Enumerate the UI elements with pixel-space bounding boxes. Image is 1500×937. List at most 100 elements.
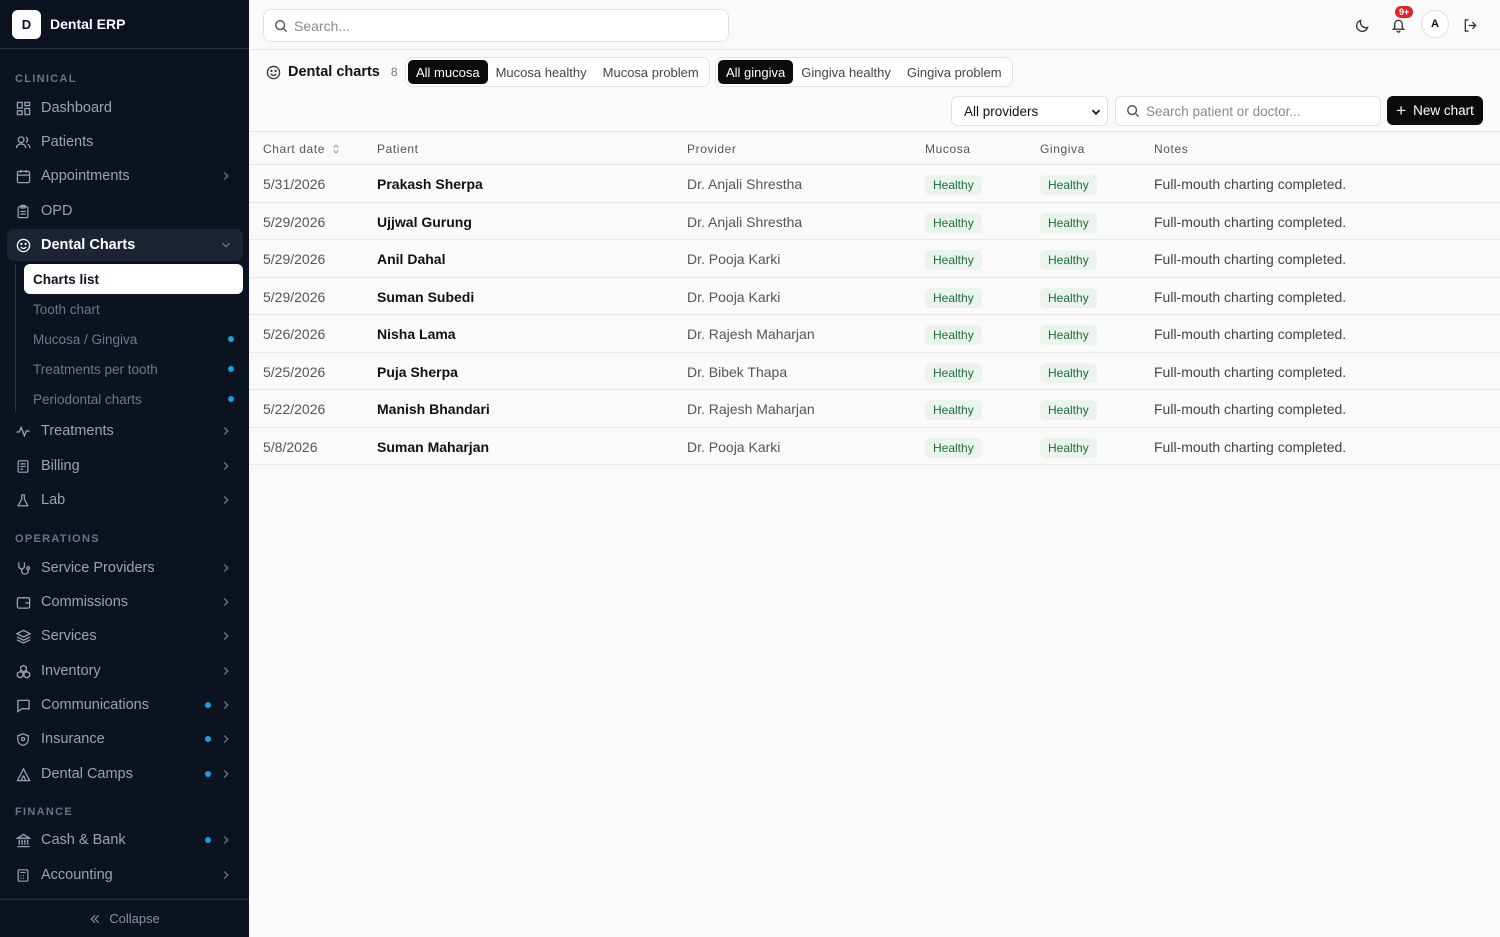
cell-chart-date: 5/26/2026 — [263, 326, 326, 342]
sidebar-item-patients[interactable]: Patients — [7, 126, 243, 158]
column-label: Chart date — [263, 142, 326, 156]
sidebar-item-opd[interactable]: OPD — [7, 195, 243, 227]
new-chart-button[interactable]: + New chart — [1387, 96, 1483, 125]
subitem-tooth-chart[interactable]: Tooth chart — [24, 294, 243, 324]
table-row[interactable]: 5/26/2026 Nisha Lama Dr. Rajesh Maharjan He… — [249, 315, 1500, 353]
sidebar-item-commissions[interactable]: Commissions — [7, 586, 243, 618]
section-label-clinical: CLINICAL — [15, 73, 77, 85]
mucosa-status-badge: Healthy — [925, 362, 982, 383]
collapse-button[interactable]: Collapse — [0, 899, 249, 937]
subitem-periodontal-charts[interactable]: Periodontal charts — [24, 384, 243, 414]
patient-doctor-search-input[interactable] — [1146, 103, 1366, 119]
search-icon — [275, 19, 288, 32]
chevron-right-icon — [223, 496, 229, 504]
sidebar-item-dashboard[interactable]: Dashboard — [7, 92, 243, 124]
gingiva-status-badge: Healthy — [1040, 175, 1097, 195]
sidebar-item-label: Insurance — [41, 731, 105, 747]
sidebar-item-label: Dashboard — [41, 100, 112, 116]
sidebar-item-label: Dental Charts — [41, 237, 136, 253]
clipboard-icon — [15, 203, 31, 219]
boxes-icon — [15, 663, 31, 679]
table-row[interactable]: 5/29/2026 Suman Subedi Dr. Pooja Karki Heal… — [249, 277, 1500, 315]
chevron-right-icon — [223, 735, 229, 743]
cell-chart-date: 5/29/2026 — [263, 251, 326, 267]
sidebar-item-communications[interactable]: Communications — [7, 689, 243, 721]
brand[interactable]: D Dental ERP — [0, 0, 249, 49]
sidebar-item-label: Service Providers — [41, 560, 155, 576]
sidebar-item-insurance[interactable]: Insurance — [7, 723, 243, 755]
moon-icon — [1355, 18, 1369, 32]
provider-select[interactable]: All providers — [951, 96, 1108, 126]
sidebar-item-cash-bank[interactable]: Cash & Bank — [7, 824, 243, 856]
sidebar-item-appointments[interactable]: Appointments — [7, 160, 243, 192]
new-indicator-dot — [228, 366, 234, 372]
mucosa-filter-group: All mucosa Mucosa healthy Mucosa problem — [405, 57, 710, 87]
cell-notes: Full-mouth charting completed. — [1154, 363, 1347, 380]
mucosa-status-badge: Healthy — [925, 175, 982, 195]
sidebar-item-label: Appointments — [41, 168, 130, 184]
subitem-charts-list[interactable]: Charts list — [24, 264, 243, 294]
cell-chart-date: 5/25/2026 — [263, 363, 326, 380]
table-row[interactable]: 5/25/2026 Puja Sherpa Dr. Bibek Thapa Healt… — [249, 352, 1500, 390]
filter-mucosa-healthy[interactable]: Mucosa healthy — [488, 60, 595, 84]
message-icon — [15, 697, 31, 713]
filter-all-mucosa[interactable]: All mucosa — [408, 60, 488, 84]
sidebar-item-dental-charts[interactable]: Dental Charts — [7, 229, 243, 261]
theme-toggle-button[interactable] — [1350, 13, 1374, 37]
gingiva-status-badge: Healthy — [1040, 250, 1097, 270]
column-chart-date[interactable]: Chart date — [263, 142, 342, 156]
mucosa-status-badge: Healthy — [925, 287, 982, 308]
sidebar-item-accounting[interactable]: Accounting — [7, 859, 243, 891]
chevron-right-icon — [223, 172, 229, 180]
filter-gingiva-problem[interactable]: Gingiva problem — [899, 60, 1010, 84]
mucosa-status-badge: Healthy — [925, 325, 982, 345]
cell-chart-date: 5/22/2026 — [263, 401, 326, 417]
gingiva-status-badge: Healthy — [1040, 400, 1097, 420]
provider-select-value: All providers — [964, 103, 1039, 119]
table-search[interactable] — [1115, 96, 1381, 126]
sidebar-item-services[interactable]: Services — [7, 620, 243, 652]
subitem-mucosa-gingiva[interactable]: Mucosa / Gingiva — [24, 324, 243, 354]
global-search[interactable] — [263, 9, 729, 42]
table-row[interactable]: 5/29/2026 Ujjwal Gurung Dr. Anjali Shresth… — [249, 202, 1500, 240]
sidebar-item-dental-camps[interactable]: Dental Camps — [7, 758, 243, 790]
bank-icon — [15, 832, 31, 848]
logout-button[interactable] — [1458, 13, 1482, 37]
search-input[interactable] — [294, 17, 694, 34]
sidebar-item-label: Commissions — [41, 594, 129, 610]
filter-all-gingiva[interactable]: All gingiva — [718, 60, 794, 84]
table-row[interactable]: 5/22/2026 Manish Bhandari Dr. Rajesh Mahar… — [249, 390, 1500, 428]
filter-gingiva-healthy[interactable]: Gingiva healthy — [793, 60, 899, 84]
activity-icon — [15, 423, 31, 439]
record-count: 8 — [390, 65, 398, 79]
table-row[interactable]: 5/31/2026 Prakash Sherpa Dr. Anjali Shrest… — [249, 165, 1500, 203]
cell-patient: Manish Bhandari — [377, 401, 490, 417]
table-row[interactable]: 5/8/2026 Suman Maharjan Dr. Pooja Karki Hea… — [249, 427, 1500, 465]
sidebar-item-lab[interactable]: Lab — [7, 484, 243, 516]
sidebar-item-label: Treatments — [41, 423, 114, 439]
cell-notes: Full-mouth charting completed. — [1154, 176, 1347, 192]
smile-icon — [266, 65, 281, 79]
sort-icon — [333, 144, 339, 154]
subitem-label: Periodontal charts — [33, 391, 142, 407]
cell-provider: Dr. Bibek Thapa — [687, 363, 788, 380]
cell-notes: Full-mouth charting completed. — [1154, 401, 1347, 417]
tent-icon — [15, 766, 31, 782]
collapse-label: Collapse — [109, 911, 160, 926]
new-indicator-dot — [228, 396, 234, 402]
cell-patient: Anil Dahal — [377, 251, 446, 267]
subitem-treatments-per-tooth[interactable]: Treatments per tooth — [24, 354, 243, 384]
cell-provider: Dr. Anjali Shrestha — [687, 176, 803, 192]
sidebar-item-inventory[interactable]: Inventory — [7, 655, 243, 687]
cell-provider: Dr. Rajesh Maharjan — [687, 401, 815, 417]
avatar[interactable]: A — [1421, 10, 1449, 38]
sidebar-item-billing[interactable]: Billing — [7, 450, 243, 482]
chevron-right-icon — [223, 564, 229, 572]
chevron-right-icon — [223, 871, 229, 879]
logout-icon — [1464, 18, 1477, 32]
sidebar-item-service-providers[interactable]: Service Providers — [7, 552, 243, 584]
gingiva-status-badge: Healthy — [1040, 325, 1097, 345]
sidebar-item-treatments[interactable]: Treatments — [7, 415, 243, 447]
filter-mucosa-problem[interactable]: Mucosa problem — [595, 60, 707, 84]
table-row[interactable]: 5/29/2026 Anil Dahal Dr. Pooja Karki Health… — [249, 240, 1500, 278]
